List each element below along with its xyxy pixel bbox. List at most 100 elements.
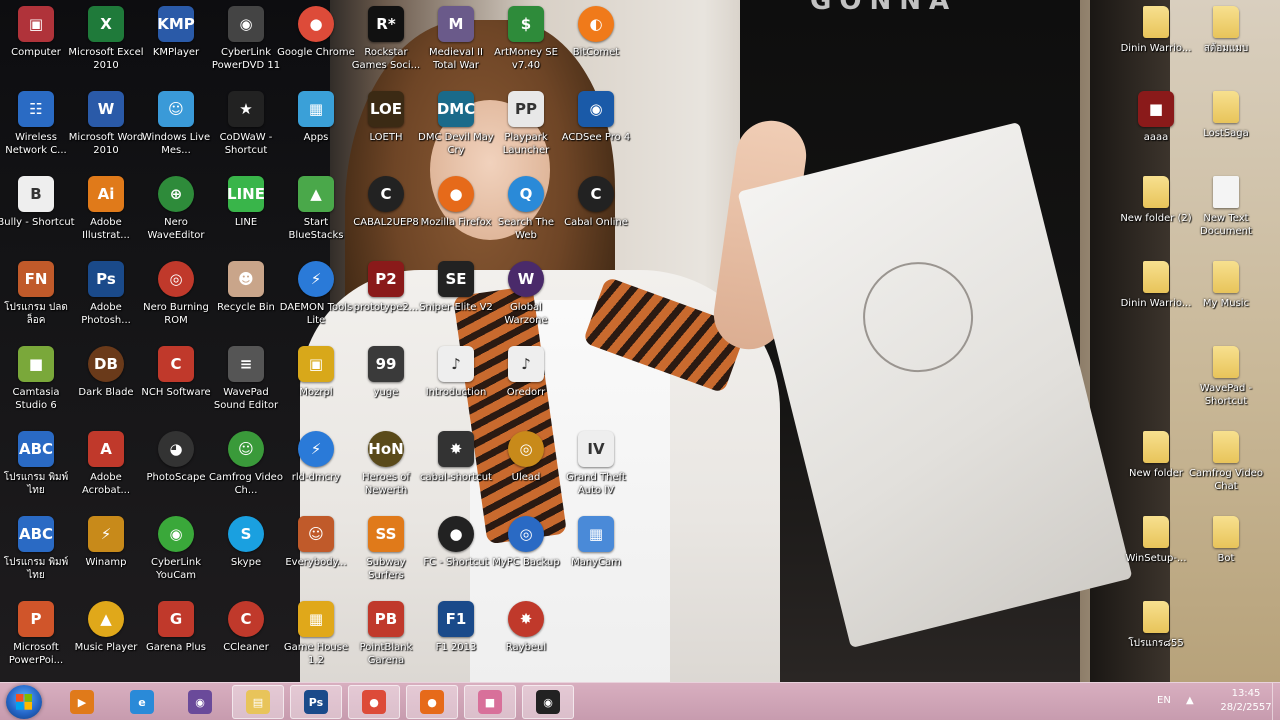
desktop-icon[interactable]: Camfrog Video Chat bbox=[1189, 425, 1263, 505]
desktop-icon[interactable]: Dinin Warrio... bbox=[1120, 0, 1192, 80]
taskbar-file-explorer-button[interactable]: ▤ bbox=[232, 685, 284, 719]
taskbar-media-player-button[interactable]: ▶ bbox=[56, 685, 108, 719]
desktop-icon[interactable]: R* Rockstar Games Soci... bbox=[350, 0, 422, 80]
desktop-icon[interactable]: ● Mozilla Firefox bbox=[420, 170, 492, 250]
desktop-icon[interactable]: B Bully - Shortcut bbox=[0, 170, 75, 250]
desktop-icon[interactable]: PB PointBlank Garena bbox=[350, 595, 422, 675]
desktop-icon[interactable]: ABC โปรแกรม พิมพ์ไทย bbox=[0, 510, 72, 590]
desktop-icon[interactable]: W Global Warzone bbox=[490, 255, 562, 335]
desktop-icon[interactable]: 99 yuge bbox=[350, 340, 422, 420]
desktop-icon[interactable]: สต้อมแมบ bbox=[1190, 0, 1262, 80]
taskbar-webcam-app-button[interactable]: ◉ bbox=[522, 685, 574, 719]
desktop-icon[interactable]: X Microsoft Excel 2010 bbox=[68, 0, 144, 80]
desktop-icon[interactable]: ◕ PhotoScape bbox=[140, 425, 212, 505]
desktop-icon[interactable]: ABC โปรแกรม พิมพ์ไทย bbox=[0, 425, 72, 505]
desktop-icon[interactable]: ▣ Computer bbox=[0, 0, 72, 80]
desktop-icon[interactable]: ▦ ManyCam bbox=[560, 510, 632, 590]
desktop-icon[interactable]: FN โปรแกรม ปลดล็อค bbox=[0, 255, 72, 335]
desktop-icon[interactable]: ☺ Windows Live Mes... bbox=[140, 85, 212, 165]
desktop-icon[interactable]: ⚡ rld-dmcry bbox=[280, 425, 352, 505]
taskbar-internet-explorer-button[interactable]: e bbox=[116, 685, 168, 719]
taskbar-firefox-button[interactable]: ● bbox=[406, 685, 458, 719]
desktop-icon[interactable]: ★ CoDWaW - Shortcut bbox=[210, 85, 282, 165]
desktop-icon[interactable]: ■ Camtasia Studio 6 bbox=[0, 340, 72, 420]
desktop-icon[interactable]: โปรแกร๘55 bbox=[1120, 595, 1192, 675]
desktop-icon[interactable]: ✸ Raybeul bbox=[490, 595, 562, 675]
desktop-icon[interactable]: Dinin Warrio... bbox=[1120, 255, 1192, 335]
desktop-icon[interactable]: ▦ Apps bbox=[280, 85, 352, 165]
desktop-icon[interactable]: C CABAL2UEP8 bbox=[350, 170, 422, 250]
desktop-icon[interactable]: ◉ CyberLink YouCam bbox=[140, 510, 212, 590]
desktop-icon[interactable]: P2 prototype2... bbox=[350, 255, 422, 335]
desktop-icon[interactable]: PP Playpark Launcher bbox=[490, 85, 562, 165]
desktop-icon[interactable]: Q Search The Web bbox=[490, 170, 562, 250]
desktop-icon[interactable]: ⚡ DAEMON Tools Lite bbox=[280, 255, 352, 335]
desktop-icon[interactable]: ♪ Introduction bbox=[420, 340, 492, 420]
desktop-icon[interactable]: WavePad - Shortcut bbox=[1190, 340, 1262, 420]
desktop-icon[interactable]: ⊕ Nero WaveEditor bbox=[140, 170, 212, 250]
desktop-icon[interactable]: New folder (2) bbox=[1120, 170, 1192, 250]
desktop-icon[interactable]: ☷ Wireless Network C... bbox=[0, 85, 72, 165]
desktop-icon[interactable]: ▦ Game House 1.2 bbox=[280, 595, 352, 675]
desktop-icon[interactable]: M Medieval II Total War bbox=[420, 0, 492, 80]
desktop-icon[interactable]: ☺ Camfrog Video Ch... bbox=[209, 425, 283, 505]
app-icon: C bbox=[228, 601, 264, 637]
tray-overflow-icon[interactable]: ▲ bbox=[1186, 695, 1194, 706]
desktop-icon[interactable]: ● Google Chrome bbox=[277, 0, 355, 80]
desktop-icon[interactable]: ☻ Recycle Bin bbox=[210, 255, 282, 335]
desktop-icon[interactable]: G Garena Plus bbox=[140, 595, 212, 675]
desktop-icon[interactable]: W Microsoft Word 2010 bbox=[69, 85, 143, 165]
language-indicator[interactable]: EN bbox=[1157, 695, 1171, 706]
desktop-icon[interactable]: WinSetup-... bbox=[1120, 510, 1192, 590]
desktop-icon[interactable]: A Adobe Acrobat... bbox=[70, 425, 142, 505]
taskbar-photo-viewer-button[interactable]: ■ bbox=[464, 685, 516, 719]
desktop-icon[interactable]: $ ArtMoney SE v7.40 bbox=[490, 0, 562, 80]
desktop-icon[interactable]: C NCH Software bbox=[140, 340, 212, 420]
app-icon: ✸ bbox=[438, 431, 474, 467]
desktop-icon[interactable]: Ai Adobe Illustrat... bbox=[70, 170, 142, 250]
desktop-icon[interactable]: DB Dark Blade bbox=[70, 340, 142, 420]
desktop-icon[interactable]: P Microsoft PowerPoi... bbox=[0, 595, 72, 675]
desktop-icon[interactable]: ◎ Ulead bbox=[490, 425, 562, 505]
desktop-icon[interactable]: ☺ Everybody... bbox=[280, 510, 352, 590]
desktop-icon[interactable]: Bot bbox=[1190, 510, 1262, 590]
desktop-icon[interactable]: ✸ cabal-shortcut bbox=[420, 425, 492, 505]
desktop-icon[interactable]: ◉ ACDSee Pro 4 bbox=[560, 85, 632, 165]
desktop-icon[interactable]: C CCleaner bbox=[210, 595, 282, 675]
desktop-icon[interactable]: LostSaga bbox=[1190, 85, 1262, 165]
desktop-icon[interactable]: ▣ Mozrpl bbox=[280, 340, 352, 420]
desktop-icon[interactable]: Ps Adobe Photosh... bbox=[70, 255, 142, 335]
desktop-icon[interactable]: ◎ Nero Burning ROM bbox=[140, 255, 212, 335]
desktop-icon[interactable]: ■ aaaa bbox=[1120, 85, 1192, 165]
desktop-icon[interactable]: ⚡ Winamp bbox=[70, 510, 142, 590]
desktop-icon[interactable]: ≡ WavePad Sound Editor bbox=[210, 340, 282, 420]
desktop-icon[interactable]: DMC DMC Devil May Cry bbox=[418, 85, 494, 165]
desktop-icon[interactable]: HoN Heroes of Newerth bbox=[350, 425, 422, 505]
desktop-icon[interactable]: SS Subway Surfers bbox=[350, 510, 422, 590]
show-desktop-button[interactable] bbox=[1272, 683, 1280, 720]
start-button[interactable] bbox=[6, 685, 42, 719]
desktop-icon[interactable]: ▲ Music Player bbox=[70, 595, 142, 675]
taskbar-chrome-button[interactable]: ● bbox=[348, 685, 400, 719]
desktop-icon[interactable]: ◎ MyPC Backup bbox=[490, 510, 562, 590]
desktop-icon[interactable]: ◉ CyberLink PowerDVD 11 bbox=[210, 0, 282, 80]
desktop-icon[interactable]: KMP KMPlayer bbox=[140, 0, 212, 80]
desktop-icon[interactable]: S Skype bbox=[210, 510, 282, 590]
desktop-icon[interactable]: ● FC - Shortcut bbox=[420, 510, 492, 590]
taskbar-mouse-app-button[interactable]: ◉ bbox=[174, 685, 226, 719]
desktop-icon[interactable]: C Cabal Online bbox=[560, 170, 632, 250]
desktop-icon[interactable]: My Music bbox=[1190, 255, 1262, 335]
desktop-icon[interactable]: SE Sniper Elite V2 bbox=[419, 255, 493, 335]
desktop-icon[interactable]: New folder bbox=[1120, 425, 1192, 505]
desktop-icon[interactable]: ▲ Start BlueStacks bbox=[280, 170, 352, 250]
taskbar-photoshop-button[interactable]: Ps bbox=[290, 685, 342, 719]
desktop-icon[interactable]: New Text Document bbox=[1190, 170, 1262, 250]
desktop-icon[interactable]: LOE LOETH bbox=[350, 85, 422, 165]
desktop-icon[interactable]: F1 F1 2013 bbox=[420, 595, 492, 675]
desktop-icon[interactable]: IV Grand Theft Auto IV bbox=[560, 425, 632, 505]
desktop-icon[interactable]: ♪ Oredorr bbox=[490, 340, 562, 420]
desktop-icon[interactable]: ◐ BitComet bbox=[560, 0, 632, 80]
system-clock[interactable]: 13:45 28/2/2557 bbox=[1218, 687, 1274, 715]
desktop-icon-label: Game House 1.2 bbox=[283, 642, 349, 666]
desktop-icon[interactable]: LINE LINE bbox=[210, 170, 282, 250]
